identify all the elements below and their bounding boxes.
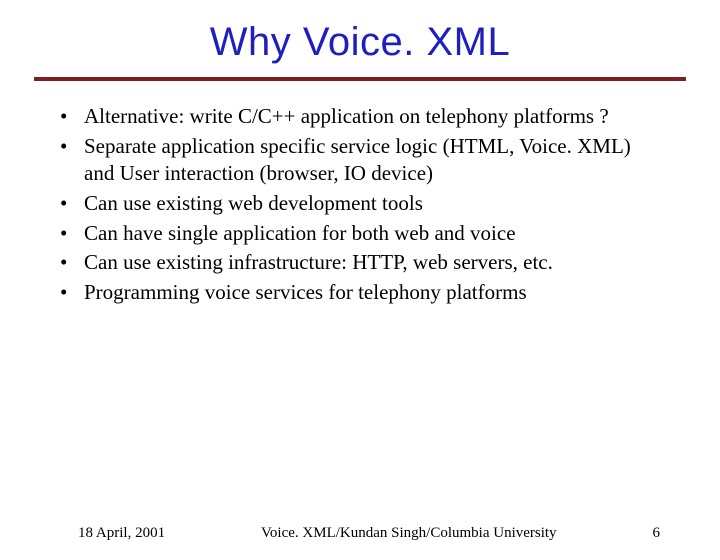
bullet-item: Programming voice services for telephony… bbox=[56, 279, 664, 306]
slide-footer: 18 April, 2001 Voice. XML/Kundan Singh/C… bbox=[0, 525, 720, 542]
slide-title: Why Voice. XML bbox=[0, 20, 720, 65]
footer-center: Voice. XML/Kundan Singh/Columbia Univers… bbox=[165, 525, 652, 542]
bullet-item: Can use existing web development tools bbox=[56, 190, 664, 217]
footer-date: 18 April, 2001 bbox=[78, 525, 165, 542]
bullet-item: Can use existing infrastructure: HTTP, w… bbox=[56, 249, 664, 276]
bullet-list: Alternative: write C/C++ application on … bbox=[56, 103, 664, 306]
footer-page-number: 6 bbox=[653, 525, 661, 542]
title-underline bbox=[34, 77, 686, 81]
slide-body: Alternative: write C/C++ application on … bbox=[56, 103, 664, 306]
bullet-item: Alternative: write C/C++ application on … bbox=[56, 103, 664, 130]
slide: Why Voice. XML Alternative: write C/C++ … bbox=[0, 20, 720, 560]
bullet-item: Separate application specific service lo… bbox=[56, 133, 664, 187]
bullet-item: Can have single application for both web… bbox=[56, 220, 664, 247]
